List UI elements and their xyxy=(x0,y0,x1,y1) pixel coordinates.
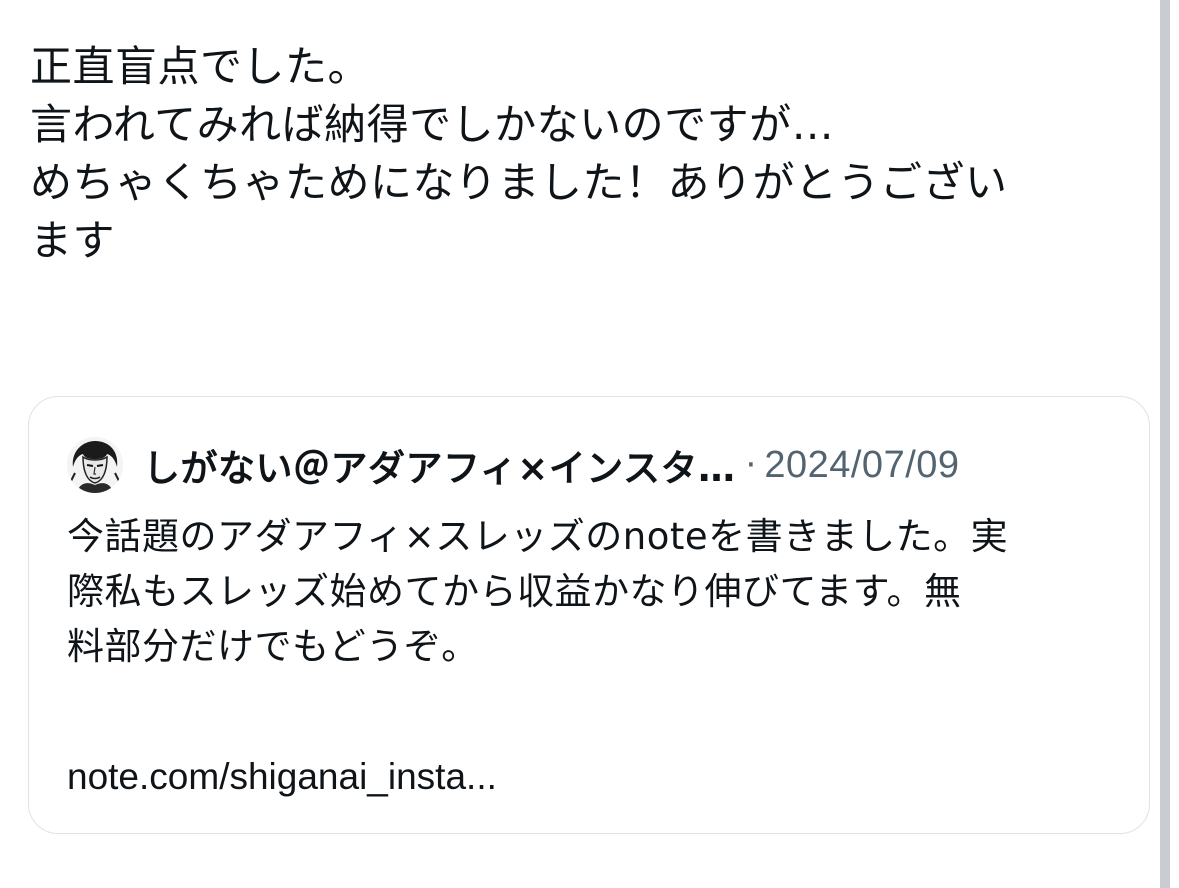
post-text-line: めちゃくちゃためになりました！ありがとうござい xyxy=(30,158,1008,207)
quoted-body-line: 際私もスレッズ始めてから収益かなり伸びてます。無 xyxy=(67,570,962,613)
post-text-line: 正直盲点でした。 xyxy=(30,42,371,91)
post-text: 正直盲点でした。 言われてみれば納得でしかないのですが… めちゃくちゃためになり… xyxy=(30,38,1140,270)
post-text-line: ます xyxy=(30,216,116,265)
quoted-post-body: 今話題のアダアフィ×スレッズのnoteを書きました。実 際私もスレッズ始めてから… xyxy=(67,509,1127,674)
quoted-post-link[interactable]: note.com/shiganai_insta... xyxy=(67,749,497,804)
quoted-post-card[interactable]: しがない＠アダアフィ×インスタ… · 2024/07/09 今話題のアダアフィ×… xyxy=(28,396,1150,834)
quoted-body-line: 今話題のアダアフィ×スレッズのnoteを書きました。実 xyxy=(67,515,1009,558)
avatar-illustration-icon xyxy=(67,437,123,493)
quoted-body-line: 料部分だけでもどうぞ。 xyxy=(67,625,479,668)
quoted-author-name[interactable]: しがない＠アダアフィ×インスタ… xyxy=(143,438,736,492)
quoted-post-header: しがない＠アダアフィ×インスタ… · 2024/07/09 xyxy=(67,437,960,493)
quoted-post-date[interactable]: 2024/07/09 xyxy=(764,444,959,487)
avatar[interactable] xyxy=(67,437,123,493)
post-text-line: 言われてみれば納得でしかないのですが… xyxy=(30,100,835,149)
scrollbar[interactable] xyxy=(1160,0,1170,888)
separator-dot: · xyxy=(745,445,757,485)
